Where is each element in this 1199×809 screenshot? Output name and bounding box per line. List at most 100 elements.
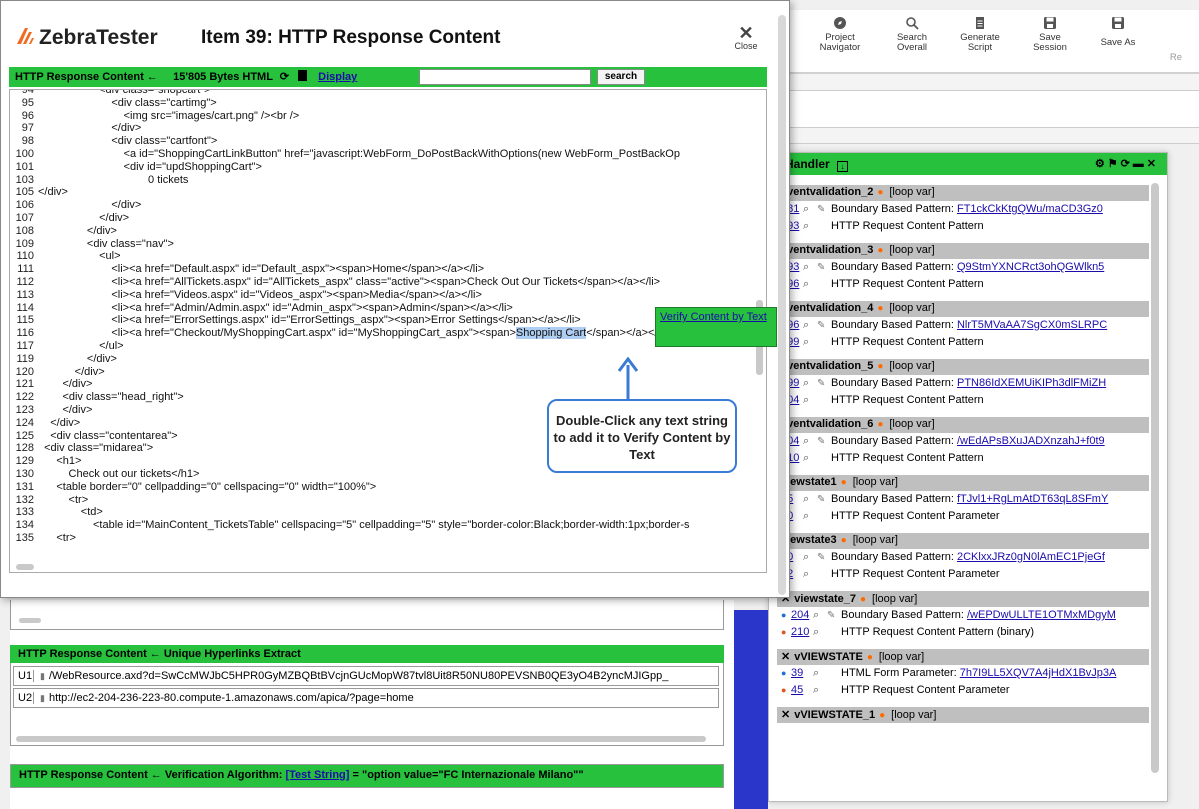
edit-icon[interactable]: ✎ bbox=[817, 436, 831, 447]
handler-group-title[interactable]: ✕ vVIEWSTATE ● [loop var] bbox=[777, 649, 1149, 665]
pattern-link[interactable]: 7h7I9LL5XQV7A4jHdX1BvJp3A bbox=[960, 667, 1117, 679]
search-button[interactable]: search bbox=[597, 69, 645, 85]
code-line[interactable]: 131 <table border="0" cellpadding="0" ce… bbox=[10, 481, 377, 493]
previous-panel-scrollbar[interactable] bbox=[19, 618, 41, 623]
code-line[interactable]: 107 </div> bbox=[10, 212, 129, 224]
code-line[interactable]: 96 <img src="images/cart.png" /><br /> bbox=[10, 110, 299, 122]
search-icon[interactable]: ⌕ bbox=[803, 203, 817, 216]
code-line[interactable]: 121 </div> bbox=[10, 378, 93, 390]
search-icon[interactable]: ⌕ bbox=[803, 278, 817, 291]
verify-content-popup[interactable]: Verify Content by Text bbox=[655, 307, 777, 347]
search-icon[interactable]: ⌕ bbox=[803, 452, 817, 465]
pattern-link[interactable]: Q9StmYXNCRct3ohQGWlkn5 bbox=[957, 261, 1104, 273]
dialog-scrollbar[interactable] bbox=[778, 15, 786, 595]
code-line[interactable]: 105 </div> bbox=[10, 186, 68, 198]
code-line[interactable]: 120 </div> bbox=[10, 366, 105, 378]
code-line[interactable]: 134 <table id="MainContent_TicketsTable"… bbox=[10, 519, 690, 531]
handler-scrollbar[interactable] bbox=[1151, 183, 1159, 773]
item-number-link[interactable]: 39 bbox=[791, 667, 813, 679]
code-line[interactable]: 98 <div class="cartfont"> bbox=[10, 135, 218, 147]
edit-icon[interactable]: ✎ bbox=[817, 378, 831, 389]
handler-group-title[interactable]: ✕ viewstate_7 ● [loop var] bbox=[777, 591, 1149, 607]
code-line[interactable]: 95 <div class="cartimg"> bbox=[10, 97, 217, 109]
code-line[interactable]: 106 </div> bbox=[10, 199, 142, 211]
line-code[interactable]: <li><a href="Checkout/MyShoppingCart.asp… bbox=[38, 327, 516, 339]
code-line[interactable]: 116 <li><a href="Checkout/MyShoppingCart… bbox=[10, 327, 669, 340]
hyperlink-url[interactable]: http://ec2-204-236-223-80.compute-1.amaz… bbox=[49, 692, 414, 704]
code-line[interactable]: 122 <div class="head_right"> bbox=[10, 391, 184, 403]
line-code[interactable]: <table id="MainContent_TicketsTable" cel… bbox=[38, 519, 690, 531]
search-icon[interactable]: ⌕ bbox=[803, 336, 817, 349]
line-code[interactable]: <li><a href="Default.aspx" id="Default_a… bbox=[38, 263, 484, 275]
selected-text[interactable]: Shopping Cart bbox=[515, 327, 587, 340]
remove-icon[interactable]: ✕ bbox=[781, 651, 790, 663]
item-number-link[interactable]: 204 bbox=[791, 609, 813, 621]
edit-icon[interactable]: ✎ bbox=[827, 610, 841, 621]
line-code[interactable]: </div> bbox=[38, 417, 80, 429]
line-code[interactable]: 0 tickets bbox=[38, 174, 188, 186]
search-icon[interactable]: ⌕ bbox=[803, 435, 817, 448]
code-line[interactable]: 97 </div> bbox=[10, 122, 142, 134]
line-code[interactable]: <div class="nav"> bbox=[38, 238, 174, 250]
handler-group-title[interactable]: ✕ vVIEWSTATE_1 ● [loop var] bbox=[777, 707, 1149, 723]
handler-group-title[interactable]: eventvalidation_2 ● [loop var] bbox=[777, 185, 1149, 201]
code-line[interactable]: 133 <td> bbox=[10, 506, 103, 518]
search-icon[interactable]: ⌕ bbox=[803, 394, 817, 407]
code-line[interactable]: 119 </div> bbox=[10, 353, 117, 365]
code-line[interactable]: 114 <li><a href="Admin/Admin.aspx" id="A… bbox=[10, 302, 513, 314]
handler-group-title[interactable]: eventvalidation_4 ● [loop var] bbox=[777, 301, 1149, 317]
code-line[interactable]: 108 </div> bbox=[10, 225, 117, 237]
line-code[interactable]: </div> bbox=[38, 199, 141, 211]
test-string-link[interactable]: [Test String] bbox=[285, 769, 349, 781]
handler-tools-icon[interactable]: ⚙⚑⟳▬✕ bbox=[1095, 157, 1159, 170]
pattern-link[interactable]: /wEdAPsBXuJADXnzahJ+f0t9 bbox=[957, 435, 1105, 447]
search-icon[interactable]: ⌕ bbox=[813, 667, 827, 680]
re-button[interactable]: Re bbox=[1156, 16, 1196, 63]
code-line[interactable]: 111 <li><a href="Default.aspx" id="Defau… bbox=[10, 263, 484, 275]
code-line[interactable]: 109 <div class="nav"> bbox=[10, 238, 174, 250]
line-code[interactable]: <li><a href="AllTickets.aspx" id="AllTic… bbox=[38, 276, 660, 288]
hyperlinks-scrollbar[interactable] bbox=[16, 736, 706, 742]
handler-group-title[interactable]: eventvalidation_6 ● [loop var] bbox=[777, 417, 1149, 433]
line-code[interactable]: <div class="contentarea"> bbox=[38, 430, 177, 442]
pattern-link[interactable]: NlrT5MVaAA7SgCX0mSLRPC bbox=[957, 319, 1107, 331]
generate-script-button[interactable]: Generate Script bbox=[950, 16, 1010, 53]
code-line[interactable]: 123 </div> bbox=[10, 404, 93, 416]
search-icon[interactable]: ⌕ bbox=[813, 626, 827, 639]
display-link[interactable]: Display bbox=[318, 71, 357, 83]
refresh-icon[interactable]: ⟳ bbox=[280, 71, 289, 83]
edit-icon[interactable]: ✎ bbox=[817, 204, 831, 215]
line-code[interactable]: </div> bbox=[38, 212, 129, 224]
line-code[interactable]: <li><a href="Admin/Admin.aspx" id="Admin… bbox=[38, 302, 513, 314]
line-code[interactable]: <div class="midarea"> bbox=[38, 442, 153, 454]
code-line[interactable]: 110 <ul> bbox=[10, 250, 120, 262]
line-code[interactable]: </div> bbox=[38, 225, 117, 237]
line-code[interactable]: <div id="updShoppingCart"> bbox=[38, 161, 262, 173]
code-line[interactable]: 124 </div> bbox=[10, 417, 81, 429]
edit-icon[interactable]: ✎ bbox=[817, 494, 831, 505]
save-session-button[interactable]: Save Session bbox=[1020, 16, 1080, 53]
line-code[interactable]: <img src="images/cart.png" /><br /> bbox=[38, 110, 300, 122]
line-code[interactable]: <table border="0" cellpadding="0" cellsp… bbox=[38, 481, 376, 493]
code-line[interactable]: 115 <li><a href="ErrorSettings.aspx" id=… bbox=[10, 314, 580, 326]
line-code[interactable]: </div> bbox=[38, 122, 141, 134]
hyperlink-row[interactable]: U2 ▮ http://ec2-204-236-223-80.compute-1.a… bbox=[13, 688, 719, 708]
code-line[interactable]: 129 <h1> bbox=[10, 455, 82, 467]
code-line[interactable]: 100 <a id="ShoppingCartLinkButton" href=… bbox=[10, 148, 680, 160]
line-code[interactable]: <div class="cartfont"> bbox=[38, 135, 217, 147]
close-button[interactable]: ✕ Close bbox=[731, 24, 761, 51]
search-icon[interactable]: ⌕ bbox=[803, 319, 817, 332]
code-line[interactable]: 103 0 tickets bbox=[10, 174, 189, 186]
line-code[interactable]: <h1> bbox=[38, 455, 81, 467]
line-code[interactable]: <tr> bbox=[38, 532, 76, 544]
line-code[interactable]: </div> bbox=[38, 353, 117, 365]
line-code[interactable]: <ul> bbox=[38, 250, 120, 262]
pattern-link[interactable]: /wEPDwULLTE1OTMxMDgyM bbox=[967, 609, 1116, 621]
line-code[interactable]: <div class="shopcart"> bbox=[38, 90, 210, 96]
item-number-link[interactable]: 45 bbox=[791, 684, 813, 696]
code-line[interactable]: 132 <tr> bbox=[10, 494, 89, 506]
line-code[interactable]: <td> bbox=[38, 506, 103, 518]
line-code[interactable]: </div> bbox=[38, 378, 92, 390]
save-as-button[interactable]: Save As bbox=[1088, 16, 1148, 48]
handler-group-title[interactable]: eventvalidation_3 ● [loop var] bbox=[777, 243, 1149, 259]
